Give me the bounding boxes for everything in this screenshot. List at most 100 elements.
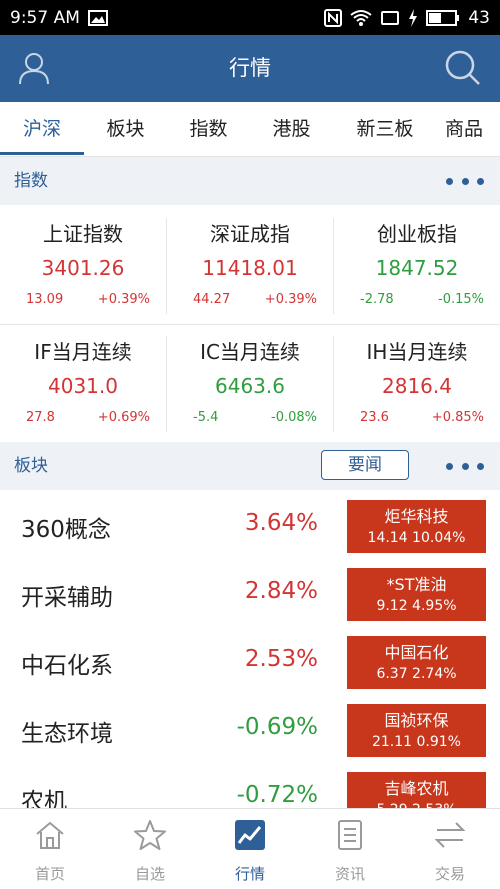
index-name: IC当月连续: [200, 340, 300, 364]
index-change: -5.4: [193, 410, 219, 425]
index-price: 4031.0: [48, 374, 118, 398]
top-stock-name: 炬华科技: [384, 507, 449, 526]
index-price: 6463.6: [215, 374, 285, 398]
sector-percent: 3.64%: [244, 510, 318, 536]
battery-icon: [426, 9, 460, 26]
top-stock-box[interactable]: 中国石化 6.37 2.74%: [347, 636, 486, 689]
transfer-icon: [434, 822, 466, 848]
index-change: 27.8: [26, 410, 55, 425]
tab-commodities[interactable]: 商品: [445, 102, 500, 156]
nav-market[interactable]: 行情: [200, 809, 300, 889]
news-button[interactable]: 要闻: [321, 450, 409, 480]
index-card[interactable]: IC当月连续 6463.6 -5.4 -0.08%: [167, 324, 333, 442]
more-dot: [461, 177, 469, 185]
top-stock-values: 21.11 0.91%: [371, 734, 461, 750]
tab-indices[interactable]: 指数: [167, 102, 250, 156]
more-dot: [461, 462, 469, 470]
more-dot: [477, 462, 484, 470]
index-change: 44.27: [193, 292, 231, 307]
index-card[interactable]: 深证成指 11418.01 44.27 +0.39%: [167, 206, 333, 324]
top-stock-values: 9.12 4.95%: [376, 598, 457, 614]
index-card[interactable]: IH当月连续 2816.4 23.6 +0.85%: [334, 324, 500, 442]
index-card[interactable]: 上证指数 3401.26 13.09 +0.39%: [0, 206, 166, 324]
sector-row[interactable]: 生态环境 -0.69% 国祯环保 21.11 0.91%: [0, 696, 500, 764]
top-stock-values: 6.37 2.74%: [376, 666, 457, 682]
sector-name: 360概念: [21, 517, 111, 543]
nav-watchlist[interactable]: 自选: [100, 809, 200, 889]
nav-trade[interactable]: 交易: [400, 809, 500, 889]
tab-hushen[interactable]: 沪深: [0, 102, 84, 156]
wifi-icon: [350, 9, 372, 26]
index-change: 13.09: [26, 292, 64, 307]
index-name: IF当月连续: [34, 340, 132, 364]
index-name: 深证成指: [210, 222, 290, 246]
screen-rotation-icon: [381, 10, 400, 25]
divider: [166, 336, 167, 432]
star-icon: [134, 820, 166, 850]
sector-more-button[interactable]: [446, 456, 484, 476]
top-stock-name: 吉峰农机: [384, 779, 449, 798]
top-stock-box[interactable]: 国祯环保 21.11 0.91%: [347, 704, 486, 757]
nav-label: 行情: [234, 865, 265, 883]
battery-level: 43: [468, 7, 490, 28]
sector-name: 生态环境: [21, 721, 113, 747]
top-stock-name: 中国石化: [384, 643, 449, 662]
index-card[interactable]: 创业板指 1847.52 -2.78 -0.15%: [334, 206, 500, 324]
index-section-header: 指数: [0, 157, 500, 205]
more-dot: [477, 177, 484, 185]
page-title: 行情: [229, 56, 271, 80]
sector-row[interactable]: 中石化系 2.53% 中国石化 6.37 2.74%: [0, 628, 500, 696]
index-percent: +0.39%: [97, 292, 150, 307]
index-price: 3401.26: [41, 256, 125, 280]
home-icon: [36, 821, 64, 849]
app-bar: 行情: [0, 35, 500, 102]
sector-percent: -0.72%: [236, 782, 318, 808]
top-stock-box[interactable]: 炬华科技 14.14 10.04%: [347, 500, 486, 553]
index-more-button[interactable]: [446, 171, 484, 191]
chart-icon: [235, 820, 265, 850]
more-dot: [446, 177, 453, 185]
sector-row[interactable]: 360概念 3.64% 炬华科技 14.14 10.04%: [0, 492, 500, 560]
sector-section-header: 板块 要闻: [0, 442, 500, 490]
nav-news[interactable]: 资讯: [300, 809, 400, 889]
nav-label: 资讯: [334, 865, 365, 883]
index-price: 11418.01: [202, 256, 298, 280]
divider: [333, 336, 334, 432]
bottom-navigation: 首页 自选 行情 资讯 交易: [0, 808, 500, 889]
index-percent: +0.39%: [264, 292, 317, 307]
index-grid: 上证指数 3401.26 13.09 +0.39% 深证成指 11418.01 …: [0, 206, 500, 442]
index-name: IH当月连续: [366, 340, 468, 364]
nav-label: 自选: [134, 865, 165, 883]
index-change: 23.6: [360, 410, 389, 425]
active-tab-indicator: [0, 152, 84, 155]
search-button[interactable]: [444, 49, 482, 87]
divider: [166, 218, 167, 314]
image-notification-icon: [87, 9, 108, 26]
index-price: 2816.4: [382, 374, 452, 398]
search-icon: [445, 50, 480, 85]
sector-name: 开采辅助: [21, 585, 113, 611]
nav-label: 交易: [434, 865, 465, 883]
index-change: -2.78: [360, 292, 394, 307]
index-percent: -0.15%: [438, 292, 484, 307]
sector-section-title: 板块: [14, 456, 48, 476]
nav-home[interactable]: 首页: [0, 809, 100, 889]
index-name: 上证指数: [43, 222, 123, 246]
index-percent: +0.69%: [97, 410, 150, 425]
nav-label: 首页: [34, 865, 65, 883]
top-stock-name: *ST准油: [386, 575, 447, 594]
divider: [333, 218, 334, 314]
tab-hk-stocks[interactable]: 港股: [250, 102, 333, 156]
tab-neeq[interactable]: 新三板: [333, 102, 437, 156]
top-stock-name: 国祯环保: [384, 711, 449, 730]
index-section-title: 指数: [14, 171, 48, 191]
index-card[interactable]: IF当月连续 4031.0 27.8 +0.69%: [0, 324, 166, 442]
sector-percent: -0.69%: [236, 714, 318, 740]
nfc-icon: [324, 8, 343, 27]
document-icon: [338, 820, 362, 850]
sector-row[interactable]: 开采辅助 2.84% *ST准油 9.12 4.95%: [0, 560, 500, 628]
top-stock-box[interactable]: *ST准油 9.12 4.95%: [347, 568, 486, 621]
status-bar: 9:57 AM 43: [0, 0, 500, 35]
more-dot: [446, 462, 453, 470]
tab-sectors[interactable]: 板块: [84, 102, 167, 156]
